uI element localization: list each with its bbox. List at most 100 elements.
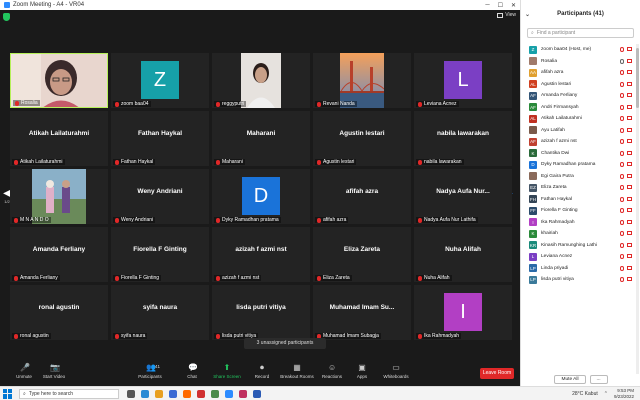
participant-list-item[interactable]: AF azizah f azmi nst xyxy=(521,136,636,148)
participant-count: 41 xyxy=(155,364,161,369)
participant-list-item[interactable]: Ayu Latifah xyxy=(521,125,636,137)
record-button[interactable]: ⏺ Record xyxy=(242,364,282,380)
whiteboards-label: Whiteboards xyxy=(383,374,409,379)
weather-text[interactable]: 28°C Kabut xyxy=(572,391,598,397)
windows-start-icon[interactable] xyxy=(3,388,13,399)
participant-tile[interactable]: Agustin lestari Agustin lestari xyxy=(313,111,411,166)
security-shield-icon[interactable] xyxy=(3,13,10,21)
more-options-button[interactable]: ... xyxy=(589,374,608,384)
firefox-icon[interactable] xyxy=(183,389,191,398)
participant-list-item[interactable]: AL Atikah Lailaturahmi xyxy=(521,113,636,125)
store-icon[interactable] xyxy=(169,389,177,398)
mic-muted-icon xyxy=(115,217,119,223)
participant-list-item[interactable]: Kkhairiah xyxy=(521,228,636,240)
participants-button[interactable]: 👥 Participants 41 xyxy=(130,364,170,380)
participant-tile[interactable]: Rosalia xyxy=(10,53,108,108)
participant-list-item[interactable]: FF Fiorella F Ginting xyxy=(521,205,636,217)
edge-icon[interactable] xyxy=(141,389,149,398)
participant-list-item[interactable]: L Leviana Acnez xyxy=(521,251,636,263)
participant-tile[interactable]: syifa naura syifa naura xyxy=(111,285,209,340)
view-button[interactable]: View xyxy=(497,12,516,18)
participant-list-item[interactable]: AL Agustin lestari xyxy=(521,79,636,91)
mute-all-button[interactable]: Mute All xyxy=(554,374,586,384)
chrome-icon[interactable] xyxy=(211,389,219,398)
view-label: View xyxy=(505,12,516,18)
minimize-icon[interactable]: ─ xyxy=(485,2,489,9)
participant-tile[interactable]: Fathan Haykal Fathan Haykal xyxy=(111,111,209,166)
participant-list-item[interactable]: FH Fathan Haykal xyxy=(521,194,636,206)
participant-tile[interactable]: ronal agustin ronal agustin xyxy=(10,285,108,340)
participant-tile[interactable]: Eliza Zareta Eliza Zareta xyxy=(313,227,411,282)
participant-list-item[interactable]: D Dyky Ramadhan pratama xyxy=(521,159,636,171)
participant-tile[interactable]: Atikah Lailaturahmi Atikah Lailaturahmi xyxy=(10,111,108,166)
tile-name: Eliza Zareta xyxy=(343,246,381,253)
participant-tile[interactable]: azizah f azmi nst azizah f azmi nst xyxy=(212,227,310,282)
mic-muted-icon xyxy=(115,275,119,281)
video-button[interactable]: 📷 Start Video xyxy=(34,364,74,380)
tile-label: Ika Rahmadyah xyxy=(416,333,462,339)
network-icon[interactable]: ⌃ xyxy=(604,391,608,397)
clock[interactable]: 9:53 PM 9/23/2022 xyxy=(614,388,634,399)
breakout-button[interactable]: ▦ Breakout Rooms xyxy=(277,363,317,380)
participant-tile[interactable]: Muhamad Imam Su... Muhamad Imam Subagja xyxy=(313,285,411,340)
participant-list-scrollbar[interactable] xyxy=(636,44,639,374)
scrollbar-thumb[interactable] xyxy=(636,48,639,108)
whiteboards-button[interactable]: ▭ Whiteboards xyxy=(376,364,416,380)
avatar: I xyxy=(444,293,482,331)
unassigned-participants-banner[interactable]: 3 unassigned participants xyxy=(244,338,326,349)
avatar xyxy=(529,172,537,181)
app-icon[interactable] xyxy=(239,389,247,398)
participant-tile[interactable]: L Leviana Acnez xyxy=(414,53,512,108)
participant-tile[interactable]: Nadya Aufa Nur... Nadya Aufa Nur Lathifa xyxy=(414,169,512,224)
mic-muted-icon xyxy=(620,93,624,99)
mic-muted-icon xyxy=(115,101,119,107)
participant-list-item[interactable]: AA afifah azra xyxy=(521,67,636,79)
taskbar-search-input[interactable]: ⌕ Type here to search xyxy=(19,388,119,399)
participant-tile[interactable]: D Dyky Ramadhan pratama xyxy=(212,169,310,224)
tile-label: Atikah Lailaturahmi xyxy=(12,159,65,165)
zoom-taskbar-icon[interactable] xyxy=(225,389,233,398)
chat-button[interactable]: 💬 Chat xyxy=(172,364,212,380)
participant-tile[interactable]: Zzoom baa04 xyxy=(111,53,209,108)
participant-list-item[interactable]: EZ Eliza Zareta xyxy=(521,182,636,194)
participant-tile[interactable]: M N A N D O xyxy=(10,169,108,224)
participant-tile[interactable]: Amanda Ferliany Amanda Ferliany xyxy=(10,227,108,282)
participant-list-item[interactable]: LP lisda putri vitiya xyxy=(521,274,636,286)
participant-list-item[interactable]: Rosalia xyxy=(521,56,636,68)
participant-tile[interactable]: Revani Nanda xyxy=(313,53,411,108)
participant-tile[interactable]: Nuha Alifah Nuha Alifah xyxy=(414,227,512,282)
maximize-icon[interactable]: ☐ xyxy=(498,2,503,9)
participant-list-item[interactable]: Egi Gaira Putra xyxy=(521,171,636,183)
participant-list-item[interactable]: Zzoom baa04 (Host, me) xyxy=(521,44,636,56)
participant-list-item[interactable]: AF Amanda Ferliany xyxy=(521,90,636,102)
mic-muted-icon xyxy=(620,81,624,87)
leave-room-button[interactable]: Leave Room xyxy=(480,368,514,379)
participant-list-item[interactable]: LP Linda priyadi xyxy=(521,263,636,275)
participant-tile[interactable]: I Ika Rahmadyah xyxy=(414,285,512,340)
mic-muted-icon xyxy=(620,162,624,168)
mic-muted-icon xyxy=(14,217,18,223)
participant-tile[interactable]: afifah azra afifah azra xyxy=(313,169,411,224)
participant-list-item[interactable]: AF Andri Firmansyah xyxy=(521,102,636,114)
find-participant-input[interactable]: ⌕ Find a participant xyxy=(527,28,634,38)
task-view-icon[interactable] xyxy=(127,389,135,398)
window-controls: ─ ☐ ✕ xyxy=(485,2,520,9)
participant-tile[interactable]: nabila lawarakan nabila lawarakan xyxy=(414,111,512,166)
participant-list-item[interactable]: K Chantika Dwi xyxy=(521,148,636,160)
mic-muted-icon xyxy=(418,333,422,339)
participant-tile[interactable]: Fiorella F Ginting Fiorella F Ginting xyxy=(111,227,209,282)
participant-list-item[interactable]: I Ika Rahmadyah xyxy=(521,217,636,229)
file-explorer-icon[interactable] xyxy=(155,389,163,398)
close-icon[interactable]: ✕ xyxy=(511,2,516,9)
participant-tile[interactable]: reggyputri xyxy=(212,53,310,108)
participant-tile[interactable]: lisda putri vitiya lisda putri vitiya xyxy=(212,285,310,340)
share-button[interactable]: ⬆ Share Screen xyxy=(207,364,247,380)
app-icon[interactable] xyxy=(197,389,205,398)
participant-name: zoom baa04 xyxy=(121,101,149,107)
participant-list-item[interactable]: KR Kinasih Ramunghing Lathi xyxy=(521,240,636,252)
chevron-down-icon[interactable]: ⌄ xyxy=(525,11,530,18)
participant-tile[interactable]: Weny Andriani Weny Andriani xyxy=(111,169,209,224)
participant-tile[interactable]: Maharani Maharani xyxy=(212,111,310,166)
breakout-icon: ▦ xyxy=(293,363,301,372)
word-icon[interactable] xyxy=(253,389,261,398)
